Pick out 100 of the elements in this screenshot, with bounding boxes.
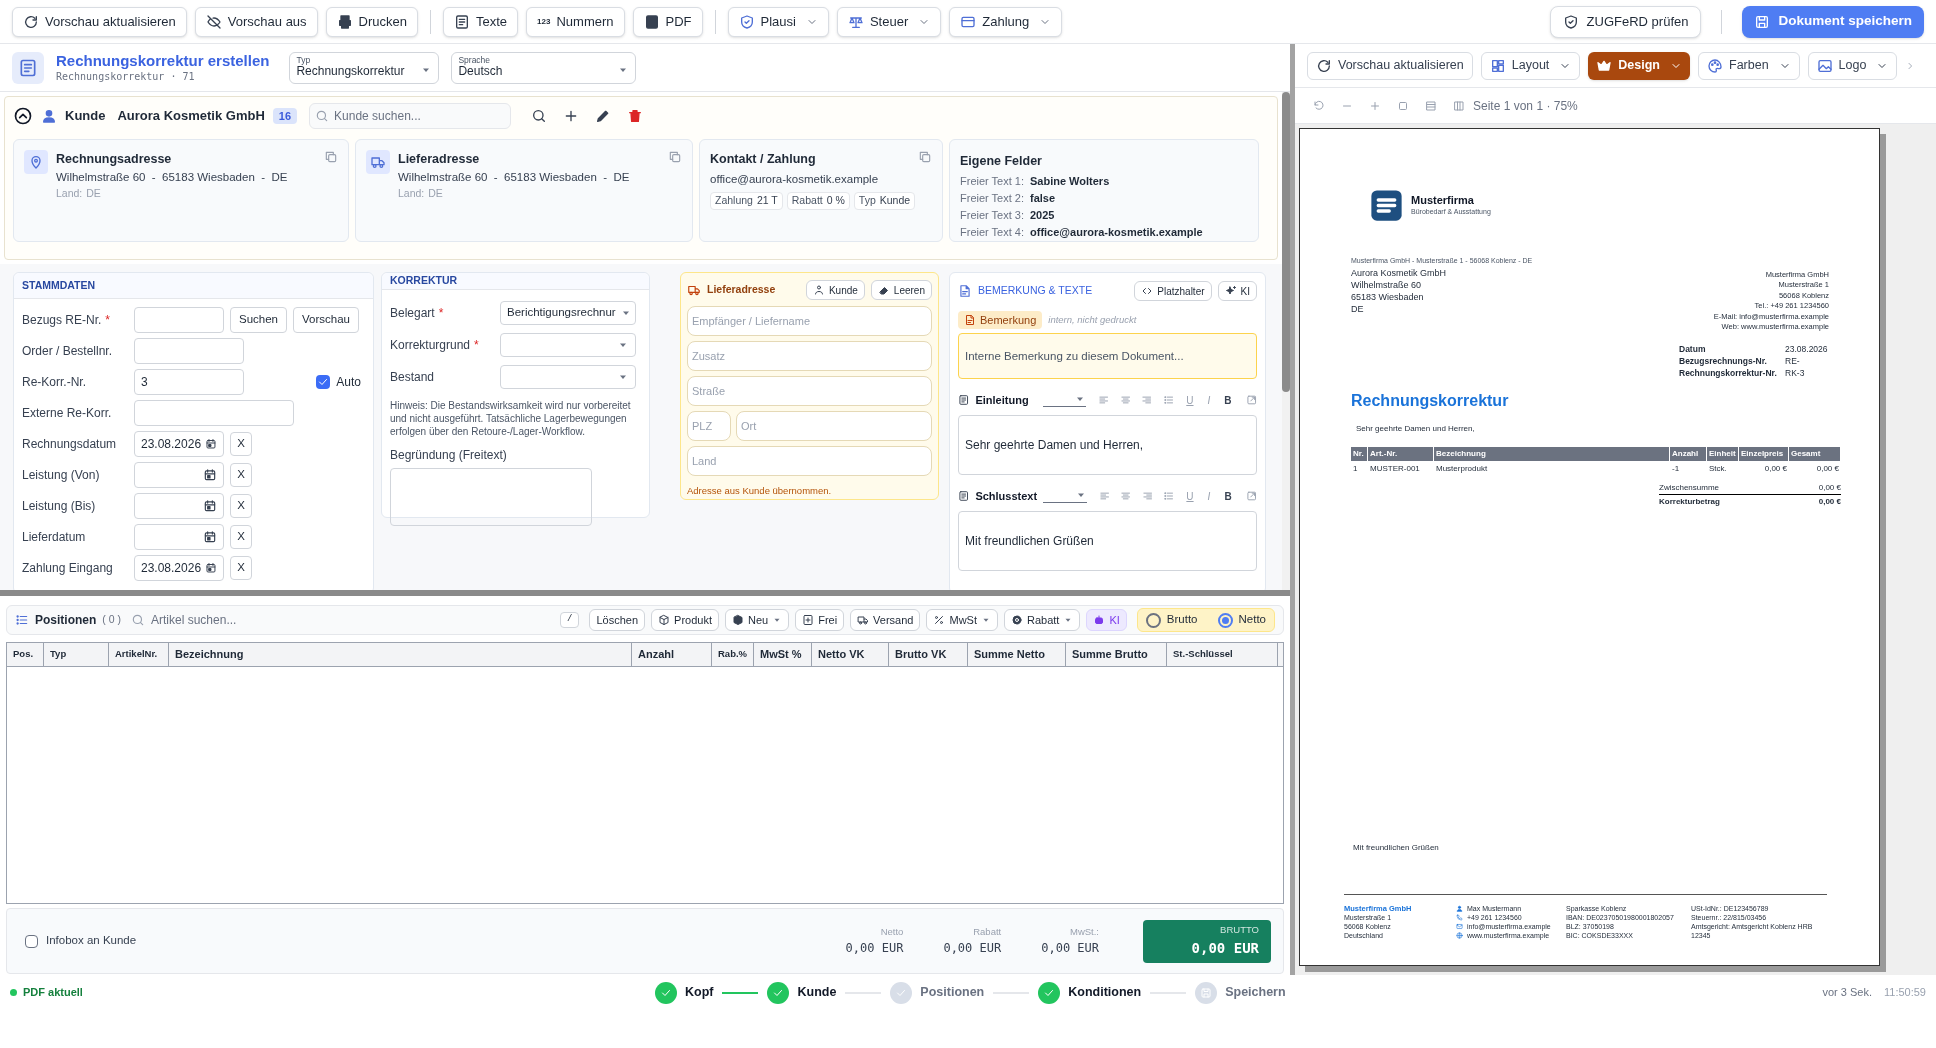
vat-button[interactable]: MwSt <box>926 609 998 631</box>
copy-customer-button[interactable]: Kunde <box>805 280 865 300</box>
select-field[interactable] <box>500 364 636 389</box>
expand-icon[interactable] <box>1245 490 1257 502</box>
ai-button[interactable]: KI <box>1217 281 1257 301</box>
payment-button[interactable]: Zahlung <box>949 6 1063 37</box>
trash-icon[interactable] <box>627 108 644 124</box>
price-mode-option[interactable]: Netto <box>1217 611 1266 629</box>
product-button[interactable]: Produkt <box>651 609 719 631</box>
print-button[interactable]: Drucken <box>325 6 418 37</box>
copy-icon[interactable] <box>324 150 338 164</box>
numbers-button[interactable]: 123 Nummern <box>526 6 625 37</box>
clear-button[interactable]: X <box>230 525 252 549</box>
texts-button[interactable]: Texte <box>443 6 519 37</box>
undo-icon[interactable] <box>1313 99 1325 112</box>
shipping-button[interactable]: Versand <box>850 609 921 631</box>
rows-icon[interactable] <box>1425 99 1437 112</box>
plausibility-button[interactable]: Plausi <box>727 6 829 37</box>
date-field[interactable] <box>134 524 224 550</box>
search-field[interactable]: Artikel suchen... <box>151 611 555 629</box>
align-center-icon[interactable] <box>1120 490 1132 502</box>
input-field[interactable] <box>134 400 294 426</box>
checkbox[interactable] <box>316 375 331 389</box>
delete-button[interactable]: Löschen <box>589 609 646 631</box>
copy-icon[interactable] <box>668 150 682 164</box>
globe-icon <box>1456 932 1463 939</box>
text-editor[interactable]: Sehr geehrte Damen und Herren, <box>958 415 1257 475</box>
date-field[interactable] <box>134 462 224 488</box>
logo-button[interactable]: Logo <box>1807 51 1898 80</box>
copy-icon[interactable] <box>918 150 932 164</box>
refresh-preview-button[interactable]: Vorschau aktualisieren <box>12 6 187 37</box>
collapse-icon[interactable] <box>13 106 33 126</box>
ai-button[interactable]: KI <box>1086 609 1127 631</box>
pdf-button[interactable]: PDF <box>632 6 703 37</box>
fit-page-icon[interactable] <box>1397 99 1409 112</box>
sparkle-icon <box>1224 285 1237 297</box>
zoom-in-icon[interactable] <box>1369 99 1381 112</box>
input-field[interactable]: Land <box>687 446 932 476</box>
input-field[interactable] <box>134 338 244 364</box>
input-field[interactable]: Zusatz <box>687 341 932 371</box>
input-field[interactable]: Empfänger / Liefername <box>687 306 932 336</box>
remark-field[interactable]: Interne Bemerkung zu diesem Dokument... <box>958 333 1257 379</box>
input-field[interactable]: Ort <box>736 411 932 441</box>
columns-icon[interactable] <box>1453 99 1465 112</box>
hint-text: Hinweis: Die Bestandswirksamkeit wird nur vorbereitet und nicht ausgeführt. Tatsächliche Lagerbewegungen erfolgen über den Retoure-/Lager-Workflow. <box>390 398 632 438</box>
customer-search-field[interactable]: Kunde suchen... <box>309 103 512 129</box>
date-field[interactable]: 23.08.2026 <box>134 555 224 581</box>
radio-button[interactable] <box>1145 612 1161 628</box>
text-editor[interactable]: Mit freundlichen Grüßen <box>958 511 1257 571</box>
list-icon[interactable] <box>1162 394 1175 406</box>
select-field[interactable] <box>500 332 636 357</box>
type-select[interactable]: Typ Rechnungskorrektur <box>289 51 440 84</box>
clear-button[interactable]: X <box>230 432 252 456</box>
bold-button[interactable]: B <box>1224 392 1232 408</box>
search-icon[interactable] <box>531 108 548 124</box>
align-right-icon[interactable] <box>1141 394 1153 406</box>
colors-button[interactable]: Farben <box>1698 51 1800 80</box>
auto-checkbox[interactable]: Auto <box>316 373 361 391</box>
tax-button[interactable]: Steuer <box>836 6 942 37</box>
preview-off-button[interactable]: Vorschau aus <box>194 6 318 37</box>
align-center-icon[interactable] <box>1119 394 1132 406</box>
align-left-icon[interactable] <box>1098 394 1110 406</box>
align-left-icon[interactable] <box>1098 490 1111 502</box>
price-mode-option[interactable]: Brutto <box>1145 611 1198 629</box>
zugferd-check-button[interactable]: ZUGFeRD prüfen <box>1549 5 1702 38</box>
input-field[interactable] <box>134 307 224 333</box>
clear-button[interactable]: Leeren <box>870 280 932 300</box>
checkbox[interactable] <box>25 934 38 948</box>
clear-button[interactable]: X <box>230 556 252 580</box>
preview-button[interactable]: Vorschau <box>293 307 359 333</box>
input-field[interactable]: 3 <box>134 369 244 395</box>
search-button[interactable]: Suchen <box>230 307 287 333</box>
refresh-preview-button[interactable]: Vorschau aktualisieren <box>1307 51 1473 80</box>
discount-button[interactable]: Rabatt <box>1004 609 1081 631</box>
total-label: BRUTTO <box>1220 923 1259 938</box>
column-header: Summe Brutto <box>1066 643 1167 666</box>
date-field[interactable] <box>134 493 224 519</box>
text-area[interactable] <box>390 467 592 526</box>
step-label: Kopf <box>685 984 714 1002</box>
align-right-icon[interactable] <box>1141 490 1153 502</box>
placeholder-button[interactable]: Platzhalter <box>1134 281 1212 301</box>
layout-button[interactable]: Layout <box>1480 51 1581 80</box>
bold-button[interactable]: B <box>1224 488 1232 504</box>
new-button[interactable]: Neu <box>724 609 790 631</box>
design-button[interactable]: Design <box>1588 51 1690 80</box>
free-item-button[interactable]: Frei <box>795 609 845 631</box>
expand-icon[interactable] <box>1245 394 1257 406</box>
list-icon[interactable] <box>1162 490 1175 502</box>
list-icon <box>15 613 29 627</box>
date-field[interactable]: 23.08.2026 <box>134 431 224 457</box>
language-select[interactable]: Sprache Deutsch <box>451 51 637 84</box>
scrollbar[interactable] <box>1282 92 1290 590</box>
infobox-checkbox[interactable]: Infobox an Kunde <box>25 932 137 950</box>
select-field[interactable]: Berichtigungsrechnur <box>500 300 636 325</box>
input-field[interactable]: Straße <box>687 376 932 406</box>
save-document-button[interactable]: Dokument speichern <box>1742 5 1924 38</box>
radio-button[interactable] <box>1217 612 1233 628</box>
clear-button[interactable]: X <box>230 494 252 518</box>
clear-button[interactable]: X <box>230 463 252 487</box>
input-field[interactable]: PLZ <box>687 411 731 441</box>
